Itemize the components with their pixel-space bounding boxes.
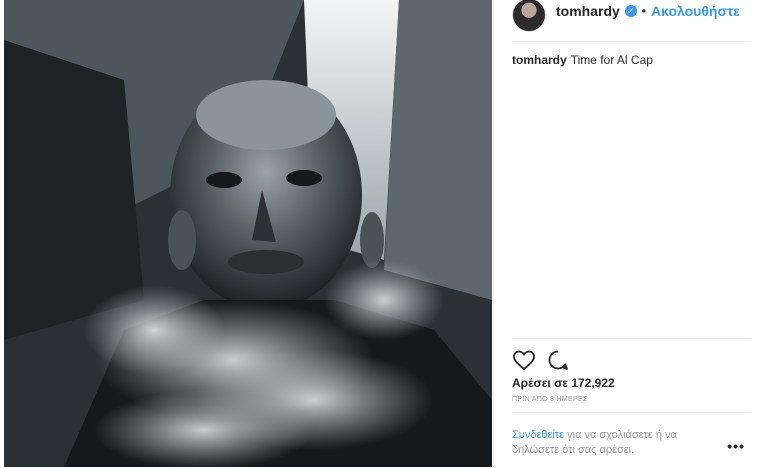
post-photo[interactable] (4, 0, 492, 467)
divider (512, 412, 751, 413)
avatar[interactable] (512, 0, 546, 32)
login-prompt: Συνδεθείτε για να σχολιάσετε ή να δηλώσε… (512, 428, 717, 458)
photo-illustration (4, 0, 492, 467)
heart-icon[interactable] (512, 348, 536, 372)
more-options-icon[interactable]: ••• (727, 438, 745, 454)
comment-icon[interactable] (546, 348, 570, 372)
follow-button[interactable]: Ακολουθήστε (651, 3, 740, 19)
divider (512, 41, 751, 42)
post-sidebar: tomhardy ✓ • Ακολουθήστε tomhardy Time fo… (493, 0, 770, 469)
header-separator: • (641, 4, 646, 18)
likes-count[interactable]: Αρέσει σε 172,922 (512, 376, 615, 390)
caption: tomhardy Time for Al Cap (512, 53, 751, 67)
header-username[interactable]: tomhardy (556, 3, 620, 19)
post-timestamp: ΠΡΙΝ ΑΠΟ 3 ΗΜΕΡΕΣ (512, 396, 588, 403)
verified-badge-icon: ✓ (624, 5, 637, 17)
login-link[interactable]: Συνδεθείτε (512, 429, 564, 441)
post-header: tomhardy ✓ • Ακολουθήστε (512, 0, 751, 40)
caption-text: Time for Al Cap (570, 53, 653, 67)
caption-username[interactable]: tomhardy (512, 53, 567, 67)
action-bar (512, 348, 580, 372)
post-container: tomhardy ✓ • Ακολουθήστε tomhardy Time fo… (0, 0, 770, 469)
divider (512, 338, 751, 339)
